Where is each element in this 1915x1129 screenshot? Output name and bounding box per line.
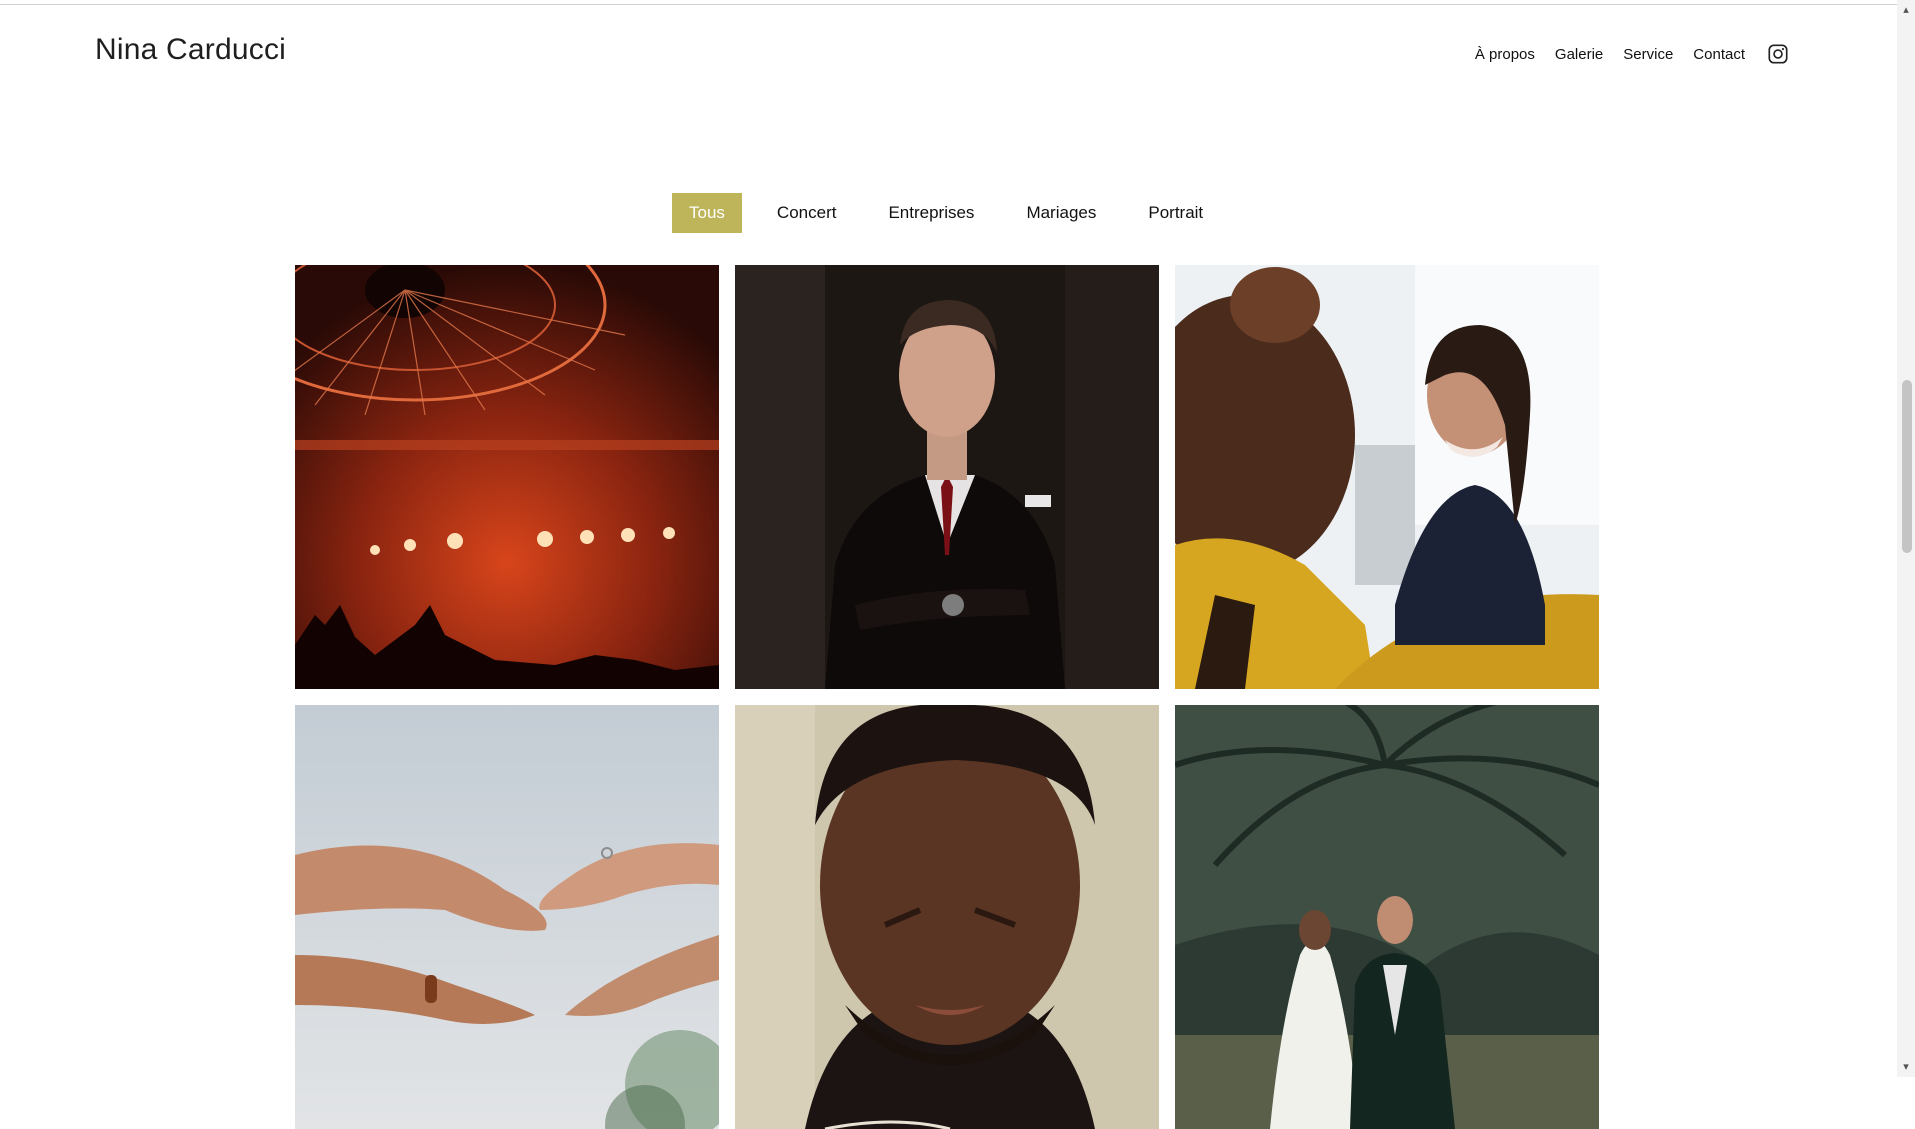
page-scrollbar[interactable]: ▴ ▾ <box>1897 0 1915 1077</box>
instagram-icon <box>1768 44 1788 64</box>
hands-ring-photo <box>295 705 719 1129</box>
nav-link-service[interactable]: Service <box>1623 46 1673 63</box>
scroll-up-icon[interactable]: ▴ <box>1900 4 1912 16</box>
filter-concert[interactable]: Concert <box>760 193 854 233</box>
filter-mariages[interactable]: Mariages <box>1009 193 1113 233</box>
nav-link-contact[interactable]: Contact <box>1693 46 1745 63</box>
instagram-link[interactable] <box>1765 43 1789 65</box>
main-nav: À propos Galerie Service Contact <box>1475 43 1789 65</box>
gallery-image-concert[interactable] <box>295 265 719 689</box>
filter-entreprises[interactable]: Entreprises <box>871 193 991 233</box>
gallery-image-hands[interactable] <box>295 705 719 1129</box>
wedding-couple-photo <box>1175 705 1599 1129</box>
gallery-image-wedding[interactable] <box>1175 705 1599 1129</box>
filter-tous[interactable]: Tous <box>672 193 742 233</box>
scroll-down-icon[interactable]: ▾ <box>1900 1061 1912 1073</box>
gallery-image-office[interactable] <box>1175 265 1599 689</box>
scrollbar-thumb[interactable] <box>1902 380 1912 553</box>
gallery-filters: Tous Concert Entreprises Mariages Portra… <box>672 193 1238 233</box>
gallery-grid <box>295 265 1599 1129</box>
gallery-image-man-suit[interactable] <box>735 265 1159 689</box>
businessman-photo <box>735 265 1159 689</box>
man-portrait-photo <box>735 705 1159 1129</box>
top-divider <box>0 4 1897 5</box>
concert-photo <box>295 265 719 689</box>
office-meeting-photo <box>1175 265 1599 689</box>
nav-link-apropos[interactable]: À propos <box>1475 46 1535 63</box>
brand-name[interactable]: Nina Carducci <box>95 33 286 67</box>
nav-link-galerie[interactable]: Galerie <box>1555 46 1603 63</box>
gallery-image-portrait[interactable] <box>735 705 1159 1129</box>
filter-portrait[interactable]: Portrait <box>1131 193 1220 233</box>
